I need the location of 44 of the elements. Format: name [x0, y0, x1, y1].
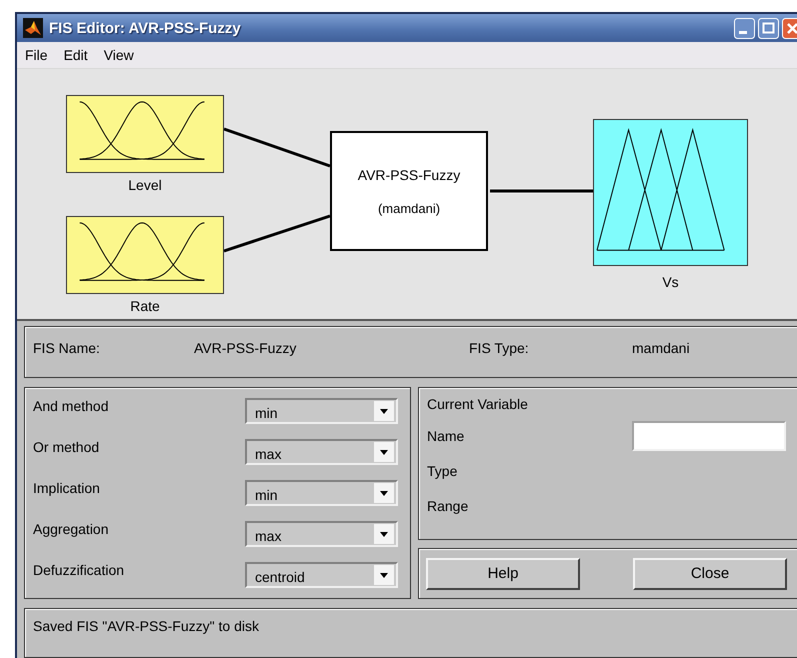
- input-variable-block[interactable]: [66, 216, 224, 294]
- current-variable-title: Current Variable: [427, 396, 529, 412]
- method-label: Or method: [33, 438, 100, 455]
- input-variable-block[interactable]: [66, 95, 224, 173]
- fis-type-label: FIS Type:: [469, 340, 530, 356]
- maximize-icon[interactable]: [758, 18, 779, 38]
- system-block[interactable]: AVR-PSS-Fuzzy (mamdani): [330, 131, 488, 251]
- app-logo-icon: [23, 18, 43, 38]
- name-input-field[interactable]: [632, 421, 786, 451]
- method-label: Aggregation: [33, 520, 109, 537]
- status-message: Saved FIS "AVR-PSS-Fuzzy" to disk: [33, 618, 259, 634]
- method-dropdown[interactable]: min: [245, 480, 398, 506]
- method-label: Implication: [33, 479, 100, 496]
- menu-item[interactable]: Edit: [56, 45, 96, 65]
- field-label: Name: [427, 428, 464, 444]
- fis-name-label: FIS Name:: [33, 340, 101, 356]
- minimize-icon[interactable]: [734, 18, 755, 38]
- output-variable-label: Vs: [661, 274, 680, 290]
- method-label: And method: [33, 397, 108, 414]
- caret-icon: [374, 401, 394, 421]
- system-type: (mamdani): [378, 200, 440, 216]
- caret-icon: [374, 483, 394, 503]
- method-dropdown[interactable]: centroid: [245, 562, 398, 588]
- input-variable-label: Level: [127, 177, 163, 193]
- menu-item[interactable]: File: [17, 45, 56, 65]
- dialog-button[interactable]: Help: [426, 558, 580, 590]
- fis-name-value: AVR-PSS-Fuzzy: [194, 340, 298, 356]
- caret-icon: [374, 442, 394, 462]
- method-label: Defuzzification: [33, 561, 124, 578]
- input-variable-label: Rate: [129, 298, 161, 314]
- close-icon[interactable]: [782, 18, 797, 38]
- caret-icon: [374, 565, 394, 585]
- method-dropdown[interactable]: max: [245, 521, 398, 547]
- menu-item[interactable]: View: [96, 45, 142, 65]
- caret-icon: [374, 524, 394, 544]
- dialog-button[interactable]: Close: [633, 558, 787, 590]
- window-title: FIS Editor: AVR-PSS-Fuzzy: [49, 20, 241, 36]
- field-label: Range: [427, 498, 468, 514]
- output-variable-block[interactable]: [593, 119, 748, 266]
- method-dropdown[interactable]: min: [245, 398, 398, 424]
- system-name: AVR-PSS-Fuzzy: [358, 166, 460, 182]
- fis-type-value: mamdani: [632, 340, 691, 356]
- field-label: Type: [427, 463, 458, 479]
- method-dropdown[interactable]: max: [245, 439, 398, 465]
